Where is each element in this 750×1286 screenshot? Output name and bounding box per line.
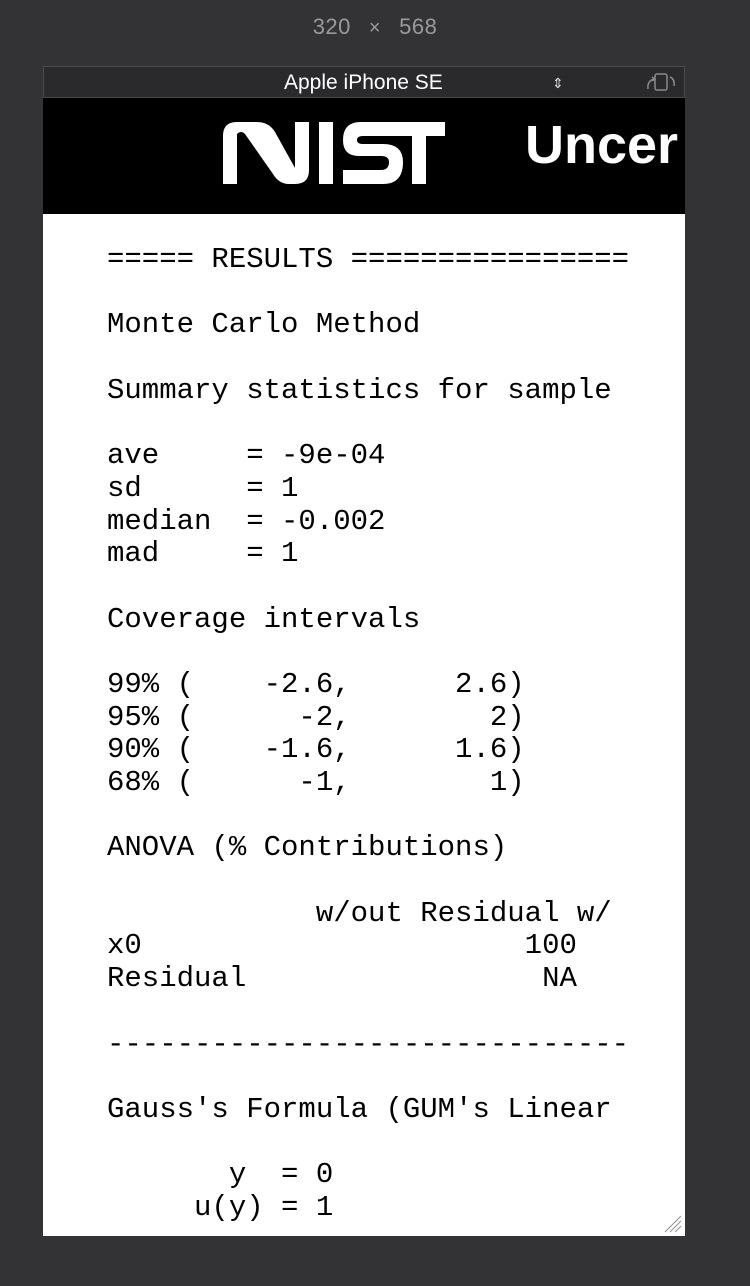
results-line: ANOVA (% Contributions): [107, 831, 508, 865]
results-line: 95% ( -2, 2): [107, 700, 525, 734]
nist-header-banner: Uncer: [43, 98, 685, 214]
device-select[interactable]: Apple iPhone SE ⇕: [284, 70, 564, 96]
results-line: y = 0: [107, 1158, 334, 1192]
results-line: [107, 996, 629, 1029]
dimension-separator: ×: [368, 17, 382, 39]
results-line: 90% ( -1.6, 1.6): [107, 733, 525, 767]
resize-handle-icon[interactable]: [661, 1212, 683, 1234]
results-line: x0 100: [107, 929, 577, 963]
results-line: 99% ( -2.6, 2.6): [107, 667, 525, 701]
results-line: [107, 800, 629, 833]
results-line: w/out Residual w/: [107, 896, 612, 930]
results-line: sd = 1: [107, 471, 299, 505]
nist-logo[interactable]: [223, 122, 445, 184]
results-line: [107, 1061, 629, 1094]
results-line: mad = 1: [107, 537, 299, 571]
viewport-height[interactable]: 568: [399, 14, 437, 40]
results-line: ave = -9e-04: [107, 439, 386, 473]
results-line: ===== RESULTS ================: [107, 243, 630, 276]
results-line: Monte Carlo Method: [107, 308, 421, 342]
results-line: Summary statistics for sample: [107, 373, 612, 407]
device-toolbar: Apple iPhone SE ⇕: [43, 66, 685, 98]
select-caret-icon: ⇕: [552, 75, 564, 91]
device-name: Apple iPhone SE: [284, 71, 443, 94]
results-line: 68% ( -1, 1): [107, 766, 525, 799]
results-line: [107, 865, 629, 898]
results-output: ===== RESULTS ================ Monte Carl…: [107, 243, 630, 1225]
results-line: [107, 407, 629, 440]
viewport-dimensions: 320 × 568: [0, 14, 750, 40]
results-line: [107, 277, 629, 310]
device-frame: Apple iPhone SE ⇕ Uncer ===== RESULTS ==…: [43, 66, 685, 1236]
results-line: ------------------------------: [107, 1027, 630, 1061]
results-line: Coverage intervals: [107, 602, 421, 636]
banner-title: Uncer: [525, 115, 679, 175]
results-line: [107, 342, 629, 375]
results-line: [107, 636, 629, 669]
rotate-device-icon[interactable]: [644, 71, 678, 95]
viewport-width[interactable]: 320: [313, 14, 351, 40]
page-viewport[interactable]: Uncer ===== RESULTS ================ Mont…: [43, 98, 685, 1236]
results-line: [107, 571, 629, 604]
results-line: Gauss's Formula (GUM's Linear: [107, 1092, 612, 1126]
results-line: u(y) = 1: [107, 1190, 334, 1224]
results-line: Residual NA: [107, 962, 577, 996]
results-line: [107, 1127, 629, 1160]
results-line: median = -0.002: [107, 504, 386, 538]
